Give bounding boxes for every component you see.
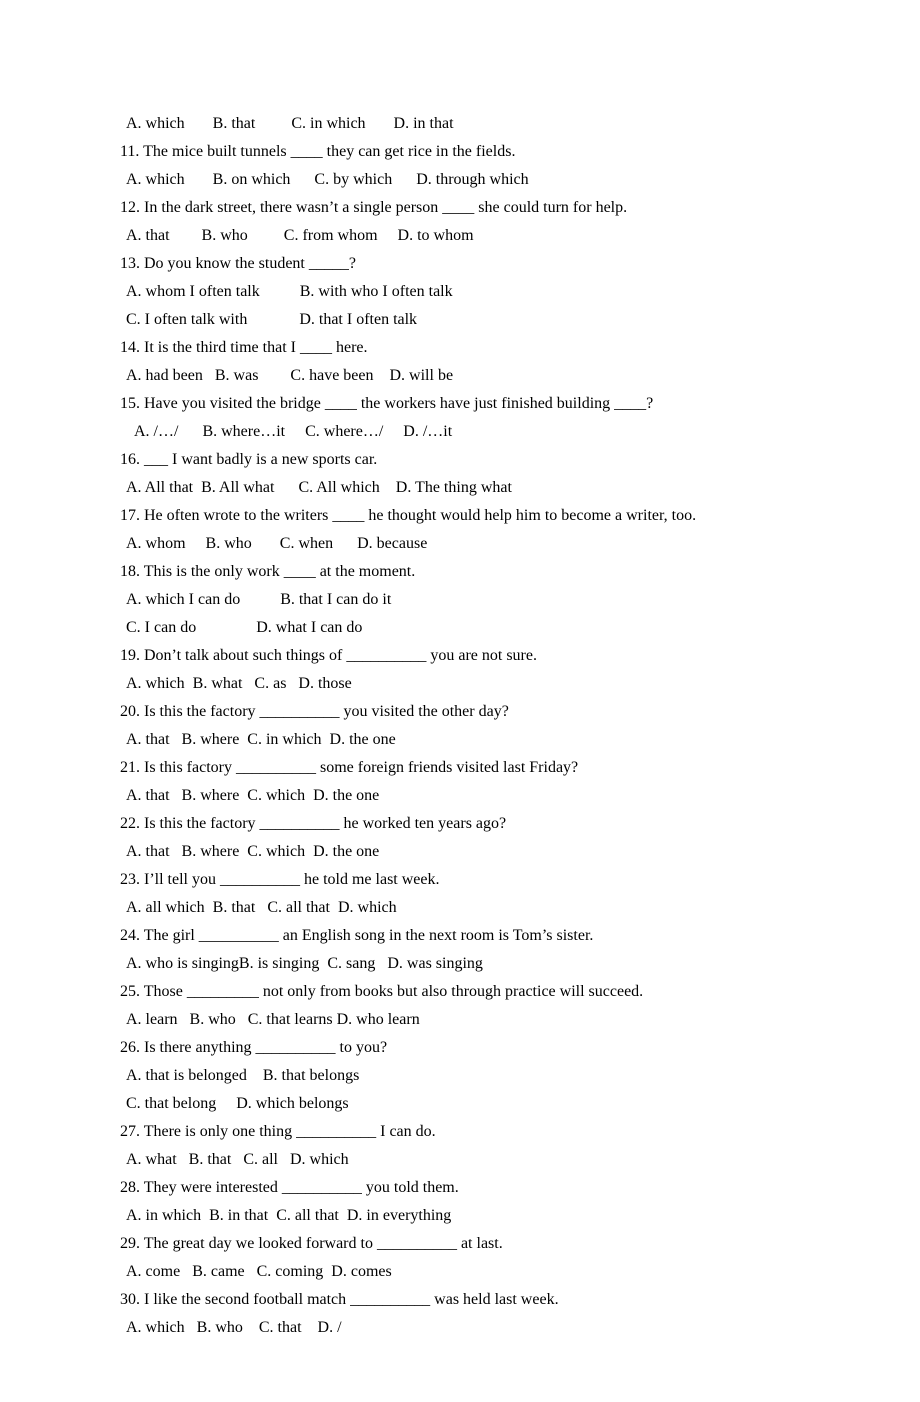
- text-line: A. come B. came C. coming D. comes: [120, 1258, 800, 1286]
- text-line: A. that is belonged B. that belongs: [120, 1062, 800, 1090]
- text-line: C. I can do D. what I can do: [120, 614, 800, 642]
- text-line: 19. Don’t talk about such things of ____…: [120, 642, 800, 670]
- text-line: 26. Is there anything __________ to you?: [120, 1034, 800, 1062]
- text-line: 13. Do you know the student _____?: [120, 250, 800, 278]
- text-line: 11. The mice built tunnels ____ they can…: [120, 138, 800, 166]
- text-line: 25. Those _________ not only from books …: [120, 978, 800, 1006]
- text-line: A. that B. where C. in which D. the one: [120, 726, 800, 754]
- text-line: A. whom I often talk B. with who I often…: [120, 278, 800, 306]
- document-page: A. which B. that C. in which D. in that1…: [0, 0, 920, 1402]
- text-line: 15. Have you visited the bridge ____ the…: [120, 390, 800, 418]
- text-line: 21. Is this factory __________ some fore…: [120, 754, 800, 782]
- text-line: A. all which B. that C. all that D. whic…: [120, 894, 800, 922]
- text-line: 27. There is only one thing __________ I…: [120, 1118, 800, 1146]
- text-line: A. which I can do B. that I can do it: [120, 586, 800, 614]
- text-line: A. what B. that C. all D. which: [120, 1146, 800, 1174]
- text-line: A. learn B. who C. that learns D. who le…: [120, 1006, 800, 1034]
- text-line: 23. I’ll tell you __________ he told me …: [120, 866, 800, 894]
- text-line: A. that B. where C. which D. the one: [120, 838, 800, 866]
- text-line: A. which B. who C. that D. /: [120, 1314, 800, 1342]
- text-line: 14. It is the third time that I ____ her…: [120, 334, 800, 362]
- text-line: A. which B. that C. in which D. in that: [120, 110, 800, 138]
- text-line: 24. The girl __________ an English song …: [120, 922, 800, 950]
- text-line: 28. They were interested __________ you …: [120, 1174, 800, 1202]
- text-line: 17. He often wrote to the writers ____ h…: [120, 502, 800, 530]
- text-line: A. which B. what C. as D. those: [120, 670, 800, 698]
- text-line: A. that B. who C. from whom D. to whom: [120, 222, 800, 250]
- text-line: A. in which B. in that C. all that D. in…: [120, 1202, 800, 1230]
- text-line: C. that belong D. which belongs: [120, 1090, 800, 1118]
- text-line: 12. In the dark street, there wasn’t a s…: [120, 194, 800, 222]
- text-line: A. which B. on which C. by which D. thro…: [120, 166, 800, 194]
- text-line: A. /…/ B. where…it C. where…/ D. /…it: [120, 418, 800, 446]
- text-line: 22. Is this the factory __________ he wo…: [120, 810, 800, 838]
- text-line: 18. This is the only work ____ at the mo…: [120, 558, 800, 586]
- text-line: 29. The great day we looked forward to _…: [120, 1230, 800, 1258]
- text-line: A. had been B. was C. have been D. will …: [120, 362, 800, 390]
- text-line: A. that B. where C. which D. the one: [120, 782, 800, 810]
- text-line: 30. I like the second football match ___…: [120, 1286, 800, 1314]
- text-line: 20. Is this the factory __________ you v…: [120, 698, 800, 726]
- text-line: A. All that B. All what C. All which D. …: [120, 474, 800, 502]
- text-line: A. whom B. who C. when D. because: [120, 530, 800, 558]
- text-line: 16. ___ I want badly is a new sports car…: [120, 446, 800, 474]
- text-line: A. who is singingB. is singing C. sang D…: [120, 950, 800, 978]
- text-line: C. I often talk with D. that I often tal…: [120, 306, 800, 334]
